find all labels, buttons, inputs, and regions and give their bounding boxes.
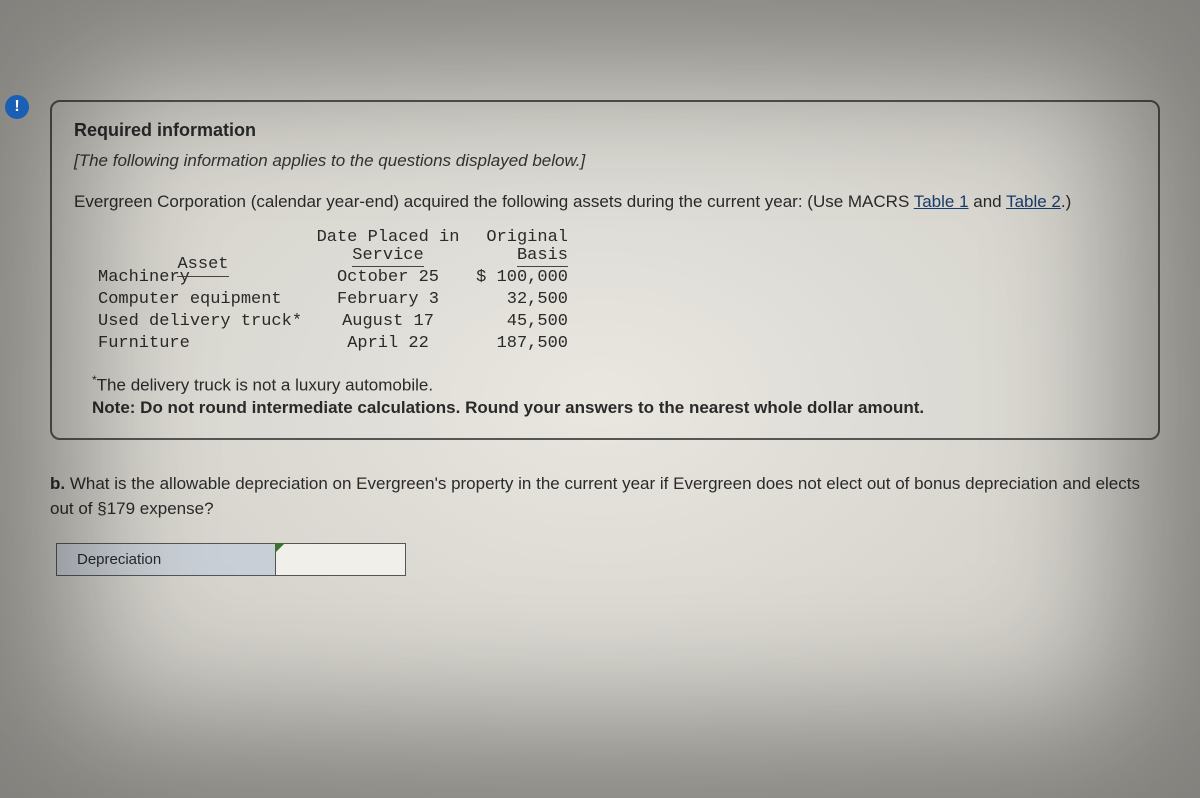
footnote: *The delivery truck is not a luxury auto…	[92, 373, 1136, 396]
intro-text: Evergreen Corporation (calendar year-end…	[74, 189, 1136, 215]
intro-pre: Evergreen Corporation (calendar year-end…	[74, 192, 914, 211]
header-basis: OriginalBasis	[468, 229, 568, 267]
cell-basis: 32,500	[468, 289, 568, 311]
table-row: Computer equipment February 3 32,500	[98, 289, 1136, 311]
cell-date: October 25	[308, 267, 468, 289]
cell-date: April 22	[308, 333, 468, 355]
depreciation-input-cell	[276, 543, 406, 576]
header-asset: Asset	[98, 254, 308, 277]
intro-mid: and	[969, 192, 1007, 211]
question-b-text: What is the allowable depreciation on Ev…	[50, 474, 1140, 518]
cell-basis: 187,500	[468, 333, 568, 355]
input-marker-icon	[275, 543, 285, 553]
cell-date: August 17	[308, 311, 468, 333]
alert-icon: !	[5, 95, 29, 119]
asset-table: Asset Date Placed inService OriginalBasi…	[98, 229, 1136, 356]
question-b-label: b.	[50, 474, 65, 493]
intro-post: .)	[1061, 192, 1071, 211]
cell-asset: Furniture	[98, 333, 308, 355]
depreciation-label: Depreciation	[56, 543, 276, 576]
alert-symbol: !	[14, 98, 19, 116]
cell-basis: $ 100,000	[468, 267, 568, 289]
applies-note: [The following information applies to th…	[74, 151, 1136, 171]
table-row: Furniture April 22 187,500	[98, 333, 1136, 355]
table-row: Used delivery truck* August 17 45,500	[98, 311, 1136, 333]
cell-date: February 3	[308, 289, 468, 311]
cell-asset: Used delivery truck*	[98, 311, 308, 333]
depreciation-input[interactable]	[276, 544, 405, 575]
content-area: Required information [The following info…	[0, 0, 1200, 576]
required-info-box: Required information [The following info…	[50, 100, 1160, 440]
cell-asset: Computer equipment	[98, 289, 308, 311]
rounding-note: Note: Do not round intermediate calculat…	[92, 398, 1136, 418]
cell-basis: 45,500	[468, 311, 568, 333]
required-heading: Required information	[74, 120, 1136, 141]
link-table-2[interactable]: Table 2	[1006, 192, 1061, 211]
header-date: Date Placed inService	[308, 229, 468, 267]
link-table-1[interactable]: Table 1	[914, 192, 969, 211]
question-b: b. What is the allowable depreciation on…	[50, 472, 1160, 521]
answer-row: Depreciation	[56, 543, 1160, 576]
table-header-row: Asset Date Placed inService OriginalBasi…	[98, 229, 1136, 267]
